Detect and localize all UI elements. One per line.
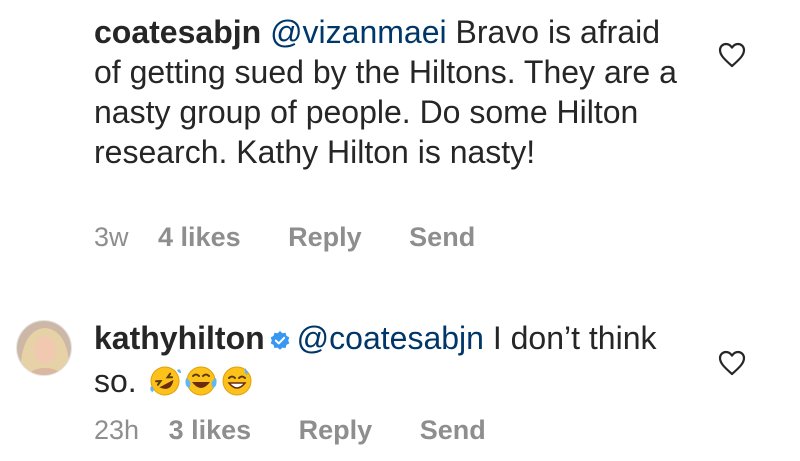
- reply-button[interactable]: Reply: [288, 221, 362, 253]
- tears-of-joy-emoji-icon: [184, 364, 218, 407]
- avatar[interactable]: [16, 320, 72, 376]
- likes-count[interactable]: 3 likes: [169, 414, 252, 446]
- like-heart-icon[interactable]: [718, 42, 746, 73]
- comment-body: coatesabjn @vizanmaei Bravo is afraid of…: [94, 12, 694, 172]
- send-button[interactable]: Send: [409, 221, 475, 253]
- comment-username[interactable]: kathyhilton: [94, 320, 265, 356]
- comment-timestamp: 3w: [94, 222, 129, 252]
- grinning-sweat-emoji-icon: [220, 364, 254, 407]
- like-heart-icon[interactable]: [718, 350, 746, 381]
- comment-meta: 23h 3 likes Reply Send: [94, 414, 486, 446]
- comment-body: kathyhilton @coatesabjn I don’t think so…: [94, 318, 694, 407]
- comment-mention[interactable]: @vizanmaei: [270, 14, 447, 50]
- send-button[interactable]: Send: [420, 414, 486, 446]
- reply-button[interactable]: Reply: [299, 414, 373, 446]
- comment-username[interactable]: coatesabjn: [94, 14, 261, 50]
- comment-mention[interactable]: @coatesabjn: [297, 320, 484, 356]
- comment-timestamp: 23h: [94, 415, 140, 445]
- comment-meta: 3w 4 likes Reply Send: [94, 221, 475, 253]
- verified-badge-icon: [269, 321, 291, 361]
- likes-count[interactable]: 4 likes: [158, 221, 241, 253]
- rolling-on-floor-laughing-emoji-icon: [148, 364, 182, 407]
